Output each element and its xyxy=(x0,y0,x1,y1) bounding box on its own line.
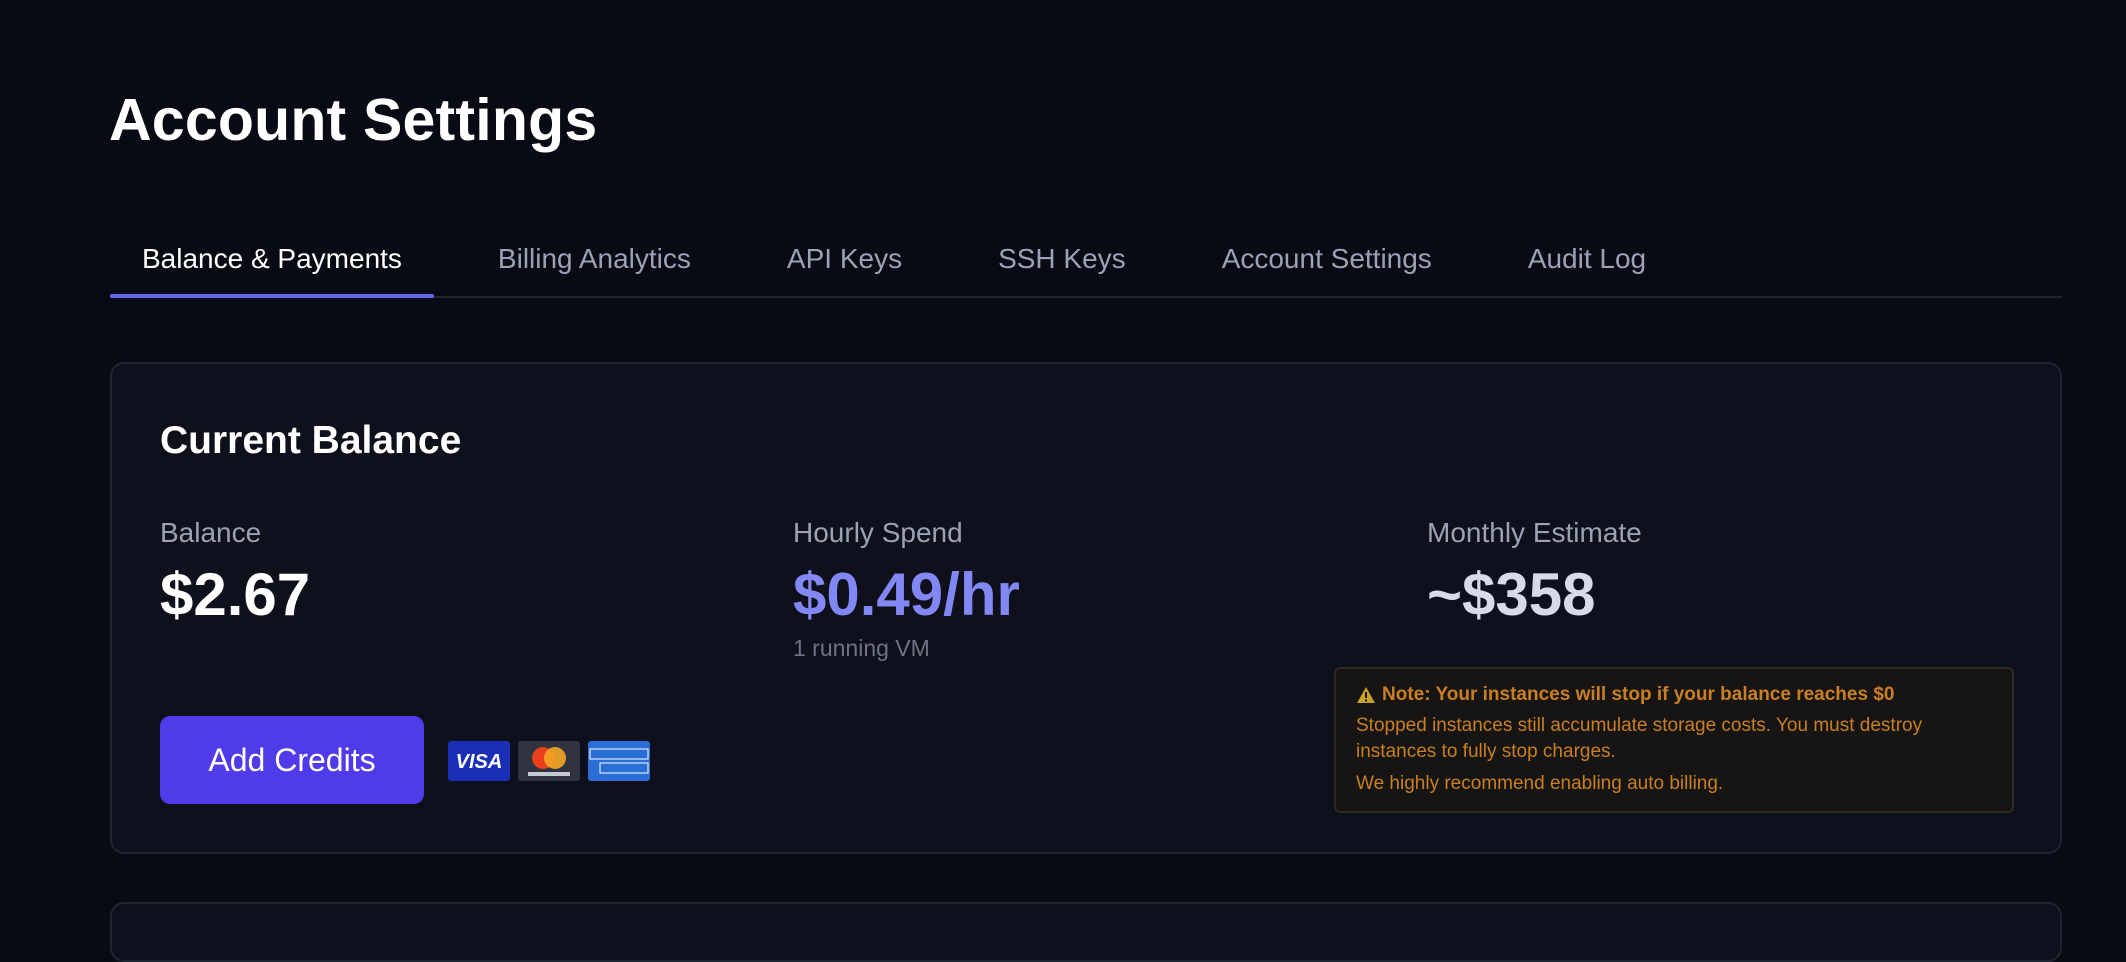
notice-body: Stopped instances still accumulate stora… xyxy=(1356,715,1923,762)
next-section-card xyxy=(110,902,2062,962)
card-title: Current Balance xyxy=(160,419,462,462)
monthly-estimate-value: ~$358 xyxy=(1427,561,1596,628)
tab-api-keys[interactable]: API Keys xyxy=(755,222,934,296)
balance-stat: Balance $2.67 xyxy=(160,516,310,628)
tab-billing-analytics[interactable]: Billing Analytics xyxy=(466,222,723,296)
page-title: Account Settings xyxy=(109,87,598,153)
hourly-spend-stat: Hourly Spend $0.49/hr 1 running VM xyxy=(793,516,1020,662)
hourly-spend-label: Hourly Spend xyxy=(793,517,963,548)
notice-title: Note: Your instances will stop if your b… xyxy=(1356,683,1992,707)
tab-ssh-keys[interactable]: SSH Keys xyxy=(966,222,1158,296)
notice-title-text: Note: Your instances will stop if your b… xyxy=(1382,684,1895,705)
balance-warning-notice: Note: Your instances will stop if your b… xyxy=(1334,667,2014,813)
tab-bar: Balance & Payments Billing Analytics API… xyxy=(110,222,2062,298)
accepted-payment-methods: VISA xyxy=(448,741,658,781)
hourly-spend-value: $0.49/hr xyxy=(793,561,1020,628)
balance-label: Balance xyxy=(160,517,262,548)
balance-value: $2.67 xyxy=(160,561,311,628)
mastercard-icon xyxy=(518,741,580,781)
add-credits-button[interactable]: Add Credits xyxy=(160,716,424,804)
monthly-estimate-label: Monthly Estimate xyxy=(1427,517,1642,548)
tab-balance-payments[interactable]: Balance & Payments xyxy=(110,222,434,298)
current-balance-card: Current Balance Balance $2.67 Hourly Spe… xyxy=(110,362,2062,854)
running-vm-count: 1 running VM xyxy=(793,635,930,661)
svg-text:VISA: VISA xyxy=(456,751,503,773)
american-express-icon xyxy=(588,741,650,781)
visa-icon: VISA xyxy=(448,741,510,781)
tab-account-settings[interactable]: Account Settings xyxy=(1190,222,1464,296)
notice-recommendation: We highly recommend enabling auto billin… xyxy=(1356,773,1724,794)
monthly-estimate-stat: Monthly Estimate ~$358 xyxy=(1427,516,1642,628)
warning-icon xyxy=(1356,686,1376,704)
tab-audit-log[interactable]: Audit Log xyxy=(1496,222,1678,296)
